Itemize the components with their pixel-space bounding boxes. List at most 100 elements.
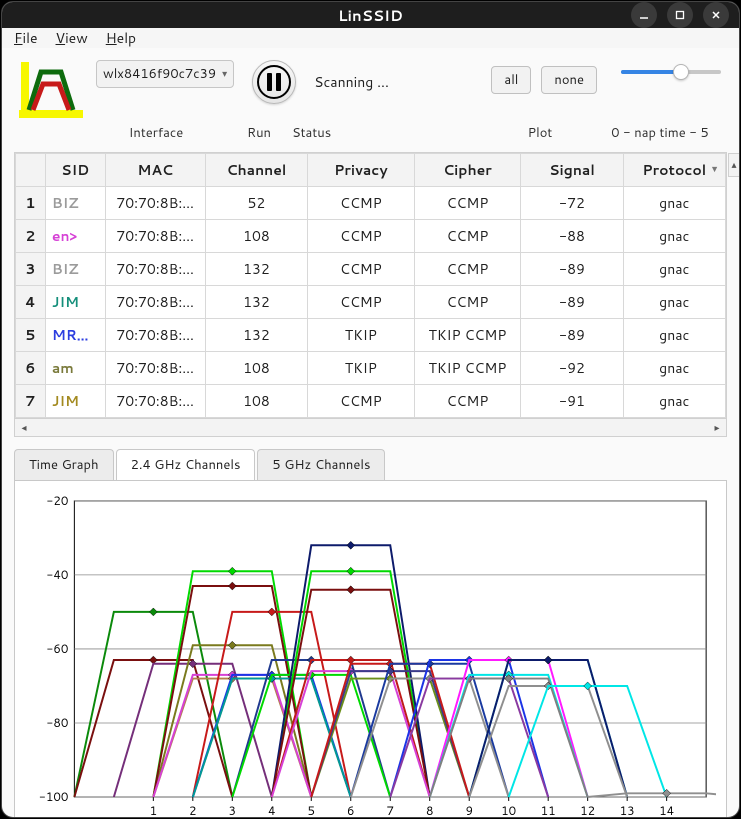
app-logo-icon [16,60,86,120]
svg-text:9: 9 [465,802,473,818]
col-sid[interactable]: SID [45,154,105,187]
table-row[interactable]: 4JIM70:70:8B:...132CCMPCCMP-89gnac [16,286,726,319]
chevron-down-icon: ▾ [222,67,227,81]
table-header-row: SID MAC Channel Privacy Cipher Signal Pr… [16,154,726,187]
cell-channel: 132 [205,286,307,319]
svg-text:8: 8 [426,802,434,818]
svg-text:2: 2 [189,802,197,818]
svg-text:1: 1 [150,802,158,818]
window-title: LinSSID [338,5,403,26]
svg-text:11: 11 [541,802,556,818]
titlebar[interactable]: LinSSID [2,2,739,28]
cell-privacy: CCMP [308,187,415,220]
table-row[interactable]: 5MRC…70:70:8B:...132TKIPTKIP CCMP-89gnac [16,319,726,352]
tab-24ghz[interactable]: 2.4 GHz Channels [116,449,256,480]
slider-thumb[interactable] [673,64,689,80]
svg-text:3: 3 [229,802,237,818]
cell-mac: 70:70:8B:... [105,319,205,352]
cell-mac: 70:70:8B:... [105,187,205,220]
scroll-up-arrow[interactable]: ▴ [728,153,740,177]
menu-help[interactable]: Help [106,28,136,48]
plot-all-button[interactable]: all [491,66,531,94]
pause-icon [257,65,291,99]
col-mac[interactable]: MAC [105,154,205,187]
svg-text:-20: -20 [46,492,68,509]
cell-protocol: gnac [623,385,725,418]
table-row[interactable]: 3BIZ70:70:8B:...132CCMPCCMP-89gnac [16,253,726,286]
col-privacy[interactable]: Privacy [308,154,415,187]
cell-sid: JIM [45,286,105,319]
cell-channel: 52 [205,187,307,220]
cell-cipher: CCMP [414,286,521,319]
table-row[interactable]: 6am70:70:8B:...108TKIPTKIP CCMP-92gnac [16,352,726,385]
col-cipher[interactable]: Cipher [414,154,521,187]
row-index: 7 [16,385,46,418]
network-table[interactable]: ▴ SID MAC Channel Privacy Cipher Signal … [14,152,727,437]
cell-privacy: CCMP [308,220,415,253]
svg-text:13: 13 [620,802,635,818]
tab-time-graph[interactable]: Time Graph [14,449,114,480]
cell-cipher: TKIP CCMP [414,352,521,385]
cell-protocol: gnac [623,253,725,286]
chart-svg: -20-40-60-80-1001234567891011121314 [25,491,716,818]
status-value: Scanning ... [314,60,389,92]
svg-text:7: 7 [386,802,394,818]
svg-text:-100: -100 [39,788,69,805]
menubar: File View Help [2,28,739,48]
row-index: 5 [16,319,46,352]
cell-protocol: gnac [623,286,725,319]
horizontal-scrollbar[interactable]: ◂ ▸ [15,418,726,436]
row-index: 4 [16,286,46,319]
naptime-label: 0 - nap time - 5 [595,124,725,142]
table-row[interactable]: 1BIZ70:70:8B:...52CCMPCCMP-72gnac [16,187,726,220]
cell-signal: -92 [521,352,623,385]
col-channel[interactable]: Channel [205,154,307,187]
cell-privacy: TKIP [308,319,415,352]
tab-5ghz[interactable]: 5 GHz Channels [257,449,385,480]
status-label: Status [292,124,382,142]
cell-protocol: gnac [623,220,725,253]
cell-privacy: TKIP [308,352,415,385]
cell-privacy: CCMP [308,385,415,418]
svg-text:6: 6 [347,802,355,818]
col-signal[interactable]: Signal [521,154,623,187]
maximize-button[interactable] [667,2,693,28]
cell-cipher: CCMP [414,220,521,253]
menu-file[interactable]: File [14,28,38,48]
scroll-right-arrow[interactable]: ▸ [709,421,725,435]
cell-mac: 70:70:8B:... [105,352,205,385]
cell-cipher: CCMP [414,385,521,418]
cell-channel: 132 [205,319,307,352]
cell-signal: -89 [521,253,623,286]
cell-sid: BIZ [45,253,105,286]
cell-signal: -89 [521,286,623,319]
table-row[interactable]: 2en>70:70:8B:...108CCMPCCMP-88gnac [16,220,726,253]
run-pause-button[interactable] [252,60,296,104]
cell-signal: -91 [521,385,623,418]
channel-chart: -20-40-60-80-1001234567891011121314 [14,480,727,818]
plot-none-button[interactable]: none [541,66,597,94]
minimize-button[interactable] [631,2,657,28]
svg-text:-40: -40 [46,566,68,583]
svg-text:-80: -80 [46,714,68,731]
cell-privacy: CCMP [308,286,415,319]
naptime-slider[interactable] [621,70,721,74]
cell-sid: en> [45,220,105,253]
toolbar: wlx8416f90c7c39 ▾ Scanning ... all none [2,48,739,124]
cell-mac: 70:70:8B:... [105,286,205,319]
svg-text:4: 4 [268,802,276,818]
cell-cipher: CCMP [414,253,521,286]
svg-text:14: 14 [659,802,674,818]
cell-protocol: gnac [623,187,725,220]
interface-value: wlx8416f90c7c39 [103,65,216,83]
cell-protocol: gnac [623,319,725,352]
row-index: 1 [16,187,46,220]
plot-label: Plot [485,124,595,142]
scroll-left-arrow[interactable]: ◂ [16,421,32,435]
cell-mac: 70:70:8B:... [105,253,205,286]
menu-view[interactable]: View [56,28,88,48]
close-button[interactable] [703,2,729,28]
col-protocol[interactable]: Protocol [623,154,725,187]
interface-select[interactable]: wlx8416f90c7c39 ▾ [96,60,234,88]
table-row[interactable]: 7JIM70:70:8B:...108CCMPCCMP-91gnac [16,385,726,418]
